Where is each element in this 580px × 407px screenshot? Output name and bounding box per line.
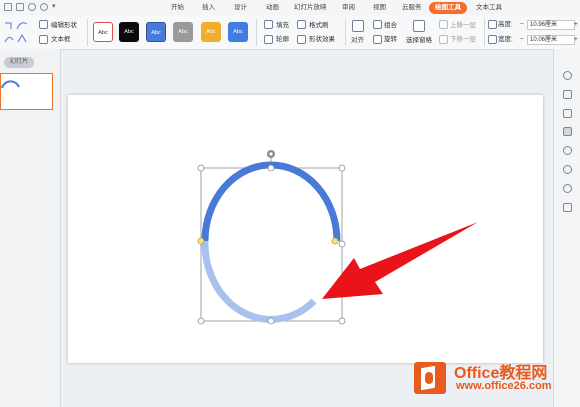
resize-handle-nw[interactable] xyxy=(197,164,205,172)
arc-bottom-segment[interactable] xyxy=(201,240,317,323)
resize-handle-sw[interactable] xyxy=(197,317,205,325)
properties-icon[interactable] xyxy=(563,127,572,136)
shape-layer xyxy=(197,150,478,325)
annotation-arrow xyxy=(322,222,478,299)
up-arrow-icon[interactable] xyxy=(563,71,572,80)
resize-handle-n[interactable] xyxy=(267,164,275,172)
watermark-url: www.office26.com xyxy=(456,380,552,392)
resize-handle-e[interactable] xyxy=(338,240,346,248)
resize-handle-se[interactable] xyxy=(338,317,346,325)
office-logo-icon xyxy=(414,362,446,394)
watermark: Office教程网 www.office26.com xyxy=(412,358,580,407)
right-sidebar xyxy=(553,49,580,407)
help-icon[interactable] xyxy=(563,184,572,193)
share-icon[interactable] xyxy=(563,146,572,155)
adjust-handle-left[interactable] xyxy=(197,237,205,245)
history-icon[interactable] xyxy=(563,165,572,174)
more-icon[interactable] xyxy=(563,203,572,212)
shape-panel-icon[interactable] xyxy=(563,90,572,99)
fill-panel-icon[interactable] xyxy=(563,109,572,118)
adjust-handle-right[interactable] xyxy=(331,237,339,245)
resize-handle-ne[interactable] xyxy=(338,164,346,172)
arc-top-segment[interactable] xyxy=(201,161,341,242)
resize-handle-s[interactable] xyxy=(267,317,275,325)
